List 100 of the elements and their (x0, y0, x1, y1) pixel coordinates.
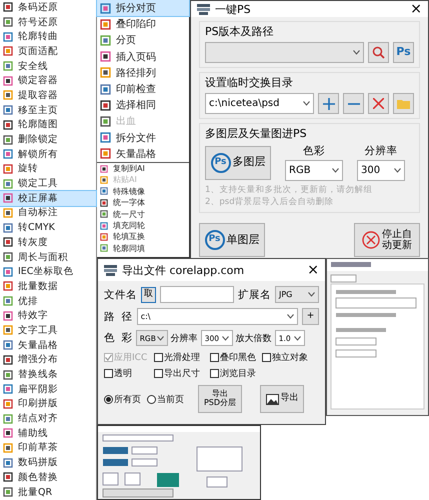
menu-item[interactable]: 轮填互换 (97, 231, 189, 243)
menu-item[interactable]: 统一字体 (97, 197, 189, 208)
chevron-down-icon (303, 101, 310, 106)
menu-item[interactable]: 锁定容器 (0, 73, 96, 88)
menu-item[interactable]: 移至主页 (0, 102, 96, 118)
menu-item[interactable]: 旋转 (0, 162, 96, 176)
menu-item[interactable]: 拆分文件 (97, 130, 189, 146)
menu-item[interactable]: 复制到AI (97, 162, 189, 174)
tool-icon (3, 414, 13, 424)
tool-icon (100, 67, 111, 78)
tool-icon (3, 208, 13, 218)
checkbox[interactable]: 叠印黑色 (210, 351, 262, 364)
checkbox[interactable]: 浏览目录 (210, 367, 262, 380)
menu-item[interactable]: 矢量晶格 (0, 338, 96, 352)
dropdown[interactable]: 300 (357, 160, 405, 181)
menu-item[interactable]: 转CMYK (0, 220, 96, 235)
tool-icon (3, 384, 13, 394)
menu-item[interactable]: 解锁所有 (0, 146, 96, 162)
dropdown[interactable]: c:\nicetea\psd (205, 93, 314, 114)
menu-item[interactable]: 周长与面积 (0, 250, 96, 264)
menu-item[interactable]: 优排 (0, 294, 96, 308)
close-button[interactable]: × (307, 262, 319, 278)
menu-item[interactable]: 轮廓转曲 (0, 29, 96, 44)
menu-item[interactable]: 印前检查 (97, 80, 189, 98)
menu-item[interactable]: 数码拼版 (0, 455, 96, 470)
field-label: 扩展名 (238, 288, 271, 302)
menu-item[interactable]: 校正屏幕 (0, 190, 96, 206)
group-title: PS版本及路径 (205, 24, 275, 39)
tool-icon (100, 132, 111, 144)
tool-icon (100, 2, 111, 14)
tool-icon (3, 164, 13, 174)
menu-item[interactable]: 拆分对页 (97, 0, 189, 16)
plus-icon (322, 98, 334, 110)
menu-item[interactable]: 扁平阴影 (0, 382, 96, 397)
menu-item[interactable]: 页面适配 (0, 44, 96, 59)
menu-item[interactable]: IEC坐标取色 (0, 264, 96, 280)
menu-item[interactable]: 特效字 (0, 308, 96, 324)
remove-button[interactable] (343, 93, 364, 114)
menu-item[interactable]: 结点对齐 (0, 411, 96, 426)
tool-icon (3, 354, 13, 365)
menu-item[interactable]: 增强分布 (0, 352, 96, 368)
menu-item[interactable]: 替换线条 (0, 367, 96, 382)
dropdown[interactable]: JPG (275, 286, 319, 303)
window-title: 导出文件 corelapp.com (122, 262, 246, 278)
dropdown[interactable]: RGB (285, 160, 343, 181)
menu-item[interactable]: 印前草茶 (0, 440, 96, 456)
input-field[interactable] (160, 286, 234, 303)
take-button[interactable]: 取 (141, 286, 156, 302)
radio-button[interactable]: 当前页 (147, 392, 184, 406)
tool-icon (3, 105, 13, 116)
menu-item[interactable]: 叠印陷印 (97, 16, 189, 32)
menu-item[interactable]: 特殊镜像 (97, 186, 189, 198)
menu-item[interactable]: 安全线 (0, 58, 96, 74)
export-button[interactable]: 导出 (260, 385, 304, 413)
add-button[interactable]: + (302, 308, 319, 325)
menu-item[interactable]: 文字工具 (0, 323, 96, 338)
ps-button[interactable]: Ps (393, 42, 414, 63)
menu-item[interactable]: 条码还原 (0, 0, 96, 15)
search-button[interactable] (368, 42, 389, 63)
menu-item[interactable]: 插入页码 (97, 48, 189, 65)
menu-item[interactable]: 符号还原 (0, 14, 96, 30)
menu-item[interactable]: 路径排列 (97, 64, 189, 81)
radio-button[interactable]: 所有页 (104, 392, 141, 406)
export-psd-button[interactable]: 导出 PSD分层 (198, 385, 242, 413)
close-button[interactable]: × (410, 1, 422, 17)
checkbox[interactable]: 导出尺寸 (154, 367, 210, 380)
menu-item[interactable]: 统一尺寸 (97, 208, 189, 220)
menu-item[interactable]: 转灰度 (0, 235, 96, 250)
menu-item[interactable]: 轮廓随图 (0, 118, 96, 132)
menu-item[interactable]: 分页 (97, 32, 189, 49)
menu-item[interactable]: 辅助线 (0, 426, 96, 441)
checkbox[interactable]: 光滑处理 (154, 351, 210, 364)
add-button[interactable] (318, 93, 339, 114)
menu-item[interactable]: 提取容器 (0, 88, 96, 103)
checkbox[interactable]: 独立对象 (262, 351, 314, 364)
delete-button[interactable] (368, 93, 389, 114)
tool-icon (3, 472, 13, 482)
dropdown[interactable]: c:\ (136, 308, 298, 325)
menu-item[interactable]: 填充同轮 (97, 220, 189, 232)
stop-update-button[interactable]: 停止自动更新 (354, 223, 420, 257)
single-layer-button[interactable]: Ps 单图层 (199, 223, 265, 257)
tool-icon (3, 134, 13, 145)
menu-item[interactable]: 批量数据 (0, 279, 96, 294)
chevron-down-icon (287, 314, 294, 319)
menu-item[interactable]: 删除锁定 (0, 132, 96, 147)
field-label: 文件名 (104, 288, 137, 302)
menu-item[interactable]: 批量QR (0, 484, 96, 500)
menu-item[interactable]: 锁定工具 (0, 176, 96, 191)
menu-item[interactable]: 矢量晶格 (97, 146, 189, 162)
tool-icon (3, 296, 13, 306)
menu-item[interactable]: 轮廓同填 (97, 242, 189, 254)
tool-icon (100, 51, 111, 62)
chevron-down-icon (156, 336, 164, 340)
menu-item[interactable]: 印刷拼版 (0, 396, 96, 412)
multi-layer-button[interactable]: Ps 多图层 (205, 146, 271, 180)
menu-item[interactable]: 颜色替换 (0, 470, 96, 485)
menu-item[interactable]: 自动标注 (0, 206, 96, 220)
checkbox[interactable]: 透明 (104, 367, 154, 380)
group-title: 多图层及矢量图进PS (205, 126, 308, 141)
menu-item[interactable]: 选择相同 (97, 97, 189, 114)
